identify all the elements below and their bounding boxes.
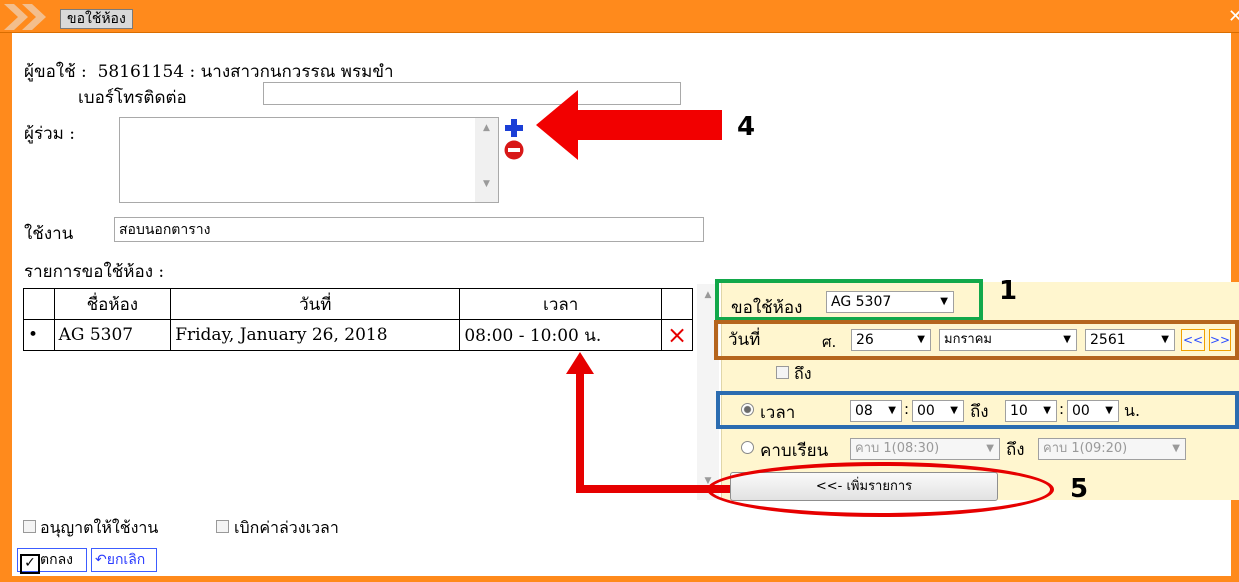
overtime-label: เบิกค่าล่วงเวลา <box>234 518 339 537</box>
period-to-label: ถึง <box>1006 440 1025 460</box>
annotation-number: 5 <box>1070 474 1089 504</box>
row-time: 08:00 - 10:00 น. <box>459 319 663 351</box>
overtime-checkbox[interactable] <box>216 520 229 533</box>
highlight-box-room <box>715 279 983 321</box>
until-checkbox[interactable] <box>776 366 789 379</box>
table-header-room: ชื่อห้อง <box>53 288 172 320</box>
highlight-box-time <box>716 391 1239 429</box>
window-title: ขอใช้ห้อง <box>60 9 133 29</box>
table-header <box>661 288 693 320</box>
window-frame-left <box>0 33 12 582</box>
delete-icon[interactable]: × <box>661 319 693 351</box>
arrow-left-icon <box>536 90 722 160</box>
request-list-label: รายการขอใช้ห้อง : <box>24 262 165 282</box>
participants-scrollbar[interactable]: ▲ ▼ <box>475 118 498 202</box>
requester-label: ผู้ขอใช้ : 58161154 : นางสาวกนกวรรณ พรมข… <box>24 62 394 82</box>
period-start-select[interactable]: คาบ 1(08:30) ▼ <box>850 438 1000 460</box>
table-header <box>23 288 55 320</box>
row-room: AG 5307 <box>53 319 172 351</box>
table-header-row: ชื่อห้อง วันที่ เวลา <box>23 288 693 320</box>
requester-value: 58161154 : นางสาวกนกวรรณ พรมขำ <box>97 62 394 82</box>
period-radio-label: คาบเรียน <box>760 441 829 461</box>
usage-input[interactable] <box>114 217 704 242</box>
annotation-number: 1 <box>999 276 1018 306</box>
chevron-right-icon <box>4 4 46 30</box>
request-table: ชื่อห้อง วันที่ เวลา • AG 5307 Friday, J… <box>23 288 693 351</box>
check-icon: ✓ <box>20 554 40 574</box>
connector-arrow <box>566 352 730 493</box>
remove-participant-icon[interactable] <box>504 140 524 160</box>
participants-label: ผู้ร่วม : <box>24 124 75 144</box>
chevron-down-icon: ▼ <box>986 443 994 454</box>
period-radio[interactable] <box>741 441 754 454</box>
row-date: Friday, January 26, 2018 <box>170 319 461 351</box>
participants-textarea[interactable] <box>119 117 499 203</box>
add-participant-icon[interactable] <box>505 119 523 137</box>
row-bullet: • <box>23 319 55 351</box>
window-titlebar <box>0 0 1239 33</box>
allow-label: อนุญาตให้ใช้งาน <box>40 518 159 537</box>
scroll-down-icon[interactable]: ▼ <box>475 179 498 189</box>
table-header-time: เวลา <box>459 288 663 320</box>
window-frame-bottom <box>0 576 1239 582</box>
annotation-number: 4 <box>737 112 756 142</box>
undo-icon: ↶ <box>95 552 107 568</box>
phone-label: เบอร์โทรติดต่อ <box>78 88 187 108</box>
usage-label: ใช้งาน <box>24 224 74 244</box>
period-end-select[interactable]: คาบ 1(09:20) ▼ <box>1038 438 1186 460</box>
close-icon[interactable]: ✕ <box>1228 6 1239 28</box>
chevron-down-icon: ▼ <box>1172 443 1180 454</box>
highlight-box-date <box>714 320 1239 360</box>
table-row: • AG 5307 Friday, January 26, 2018 08:00… <box>23 319 693 351</box>
until-label: ถึง <box>794 364 812 383</box>
highlight-ellipse-add <box>707 462 1054 517</box>
cancel-button[interactable]: ↶ยกเลิก <box>91 548 157 572</box>
scroll-up-icon[interactable]: ▲ <box>475 123 498 133</box>
ok-button[interactable]: ✓ ตกลง <box>17 548 87 574</box>
allow-checkbox[interactable] <box>23 520 36 533</box>
table-header-date: วันที่ <box>170 288 461 320</box>
